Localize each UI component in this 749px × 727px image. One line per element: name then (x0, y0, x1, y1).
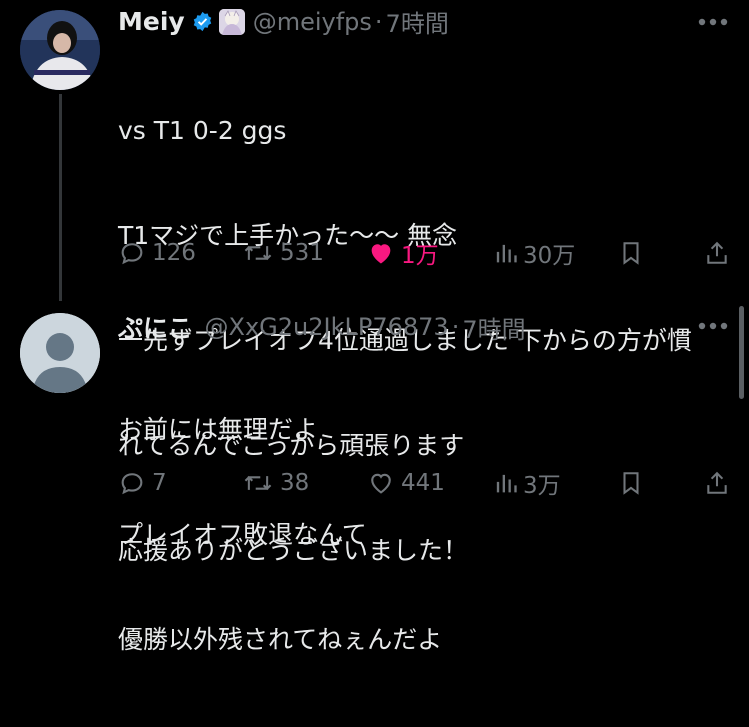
repost-icon (244, 245, 272, 261)
reply-count: 126 (152, 240, 196, 266)
tweet-line: お前には無理だよ (118, 415, 319, 444)
more-options-icon[interactable] (697, 17, 729, 27)
repost-button[interactable]: 38 (242, 465, 309, 501)
timestamp[interactable]: 7時間 (462, 310, 525, 345)
repost-count: 531 (280, 240, 324, 266)
like-button[interactable]: 1万 (367, 235, 439, 271)
handle[interactable]: @XxG2u2JkLP76873 (205, 313, 449, 341)
views-button[interactable]: 30万 (493, 235, 575, 271)
verified-badge-icon (193, 11, 211, 32)
scrollbar[interactable] (739, 306, 744, 399)
handle[interactable]: @meiyfps (253, 8, 372, 36)
tweet-header: ぷにこ @XxG2u2JkLP76873 · 7時間 (118, 309, 526, 345)
bookmark-icon (623, 472, 639, 495)
bookmark-button[interactable] (618, 235, 650, 271)
heart-filled-icon (371, 244, 391, 264)
tweet-meiy[interactable]: Meiy @meiyfps · 7時間 vs T1 0-2 ggs T1マジで上… (0, 0, 749, 565)
bookmark-button[interactable] (618, 465, 650, 501)
reply-button[interactable]: 126 (118, 235, 196, 271)
tweet-text: お前には無理だよ プレイオフ敗退なんて 優勝以外残されてねぇんだよ (118, 342, 442, 727)
views-icon (496, 244, 517, 263)
share-button[interactable] (704, 235, 736, 271)
avatar[interactable] (20, 10, 100, 90)
repost-icon (244, 475, 272, 491)
thread-line (59, 94, 62, 301)
affiliate-avatar-icon (218, 8, 245, 35)
reply-icon (121, 243, 143, 265)
avatar-default[interactable] (20, 313, 100, 393)
reply-count: 7 (152, 470, 167, 496)
separator-dot: · (374, 7, 383, 36)
like-button[interactable]: 441 (367, 465, 445, 501)
tweet-line: vs T1 0-2 ggs (118, 116, 287, 145)
action-bar: 7 38 441 3万 (118, 465, 728, 501)
repost-count: 38 (280, 470, 310, 496)
display-name[interactable]: Meiy (118, 7, 185, 36)
share-icon (707, 241, 727, 264)
like-count: 1万 (401, 243, 439, 269)
separator-dot: · (451, 313, 460, 341)
share-button[interactable] (704, 465, 736, 501)
more-options-icon[interactable] (697, 321, 729, 331)
views-count: 30万 (523, 243, 576, 269)
display-name[interactable]: ぷにこ (118, 309, 193, 345)
views-icon (496, 474, 517, 493)
bookmark-icon (623, 242, 639, 265)
tweet-line: プレイオフ敗退なんて (118, 520, 367, 549)
views-button[interactable]: 3万 (493, 465, 561, 501)
reply-button[interactable]: 7 (118, 465, 167, 501)
timestamp[interactable]: 7時間 (386, 4, 449, 39)
tweet-header: Meiy @meiyfps · 7時間 (118, 4, 449, 39)
tweet-punico[interactable]: ぷにこ @XxG2u2JkLP76873 · 7時間 お前には無理だよ プレイオ… (0, 300, 749, 654)
heart-icon (371, 473, 391, 494)
views-count: 3万 (523, 473, 561, 499)
tweet-line: 優勝以外残されてねぇんだよ (118, 625, 443, 654)
repost-button[interactable]: 531 (242, 235, 324, 271)
reply-icon (121, 473, 143, 495)
share-icon (707, 471, 727, 494)
action-bar: 126 531 1万 30万 (118, 235, 728, 271)
like-count: 441 (401, 470, 445, 496)
